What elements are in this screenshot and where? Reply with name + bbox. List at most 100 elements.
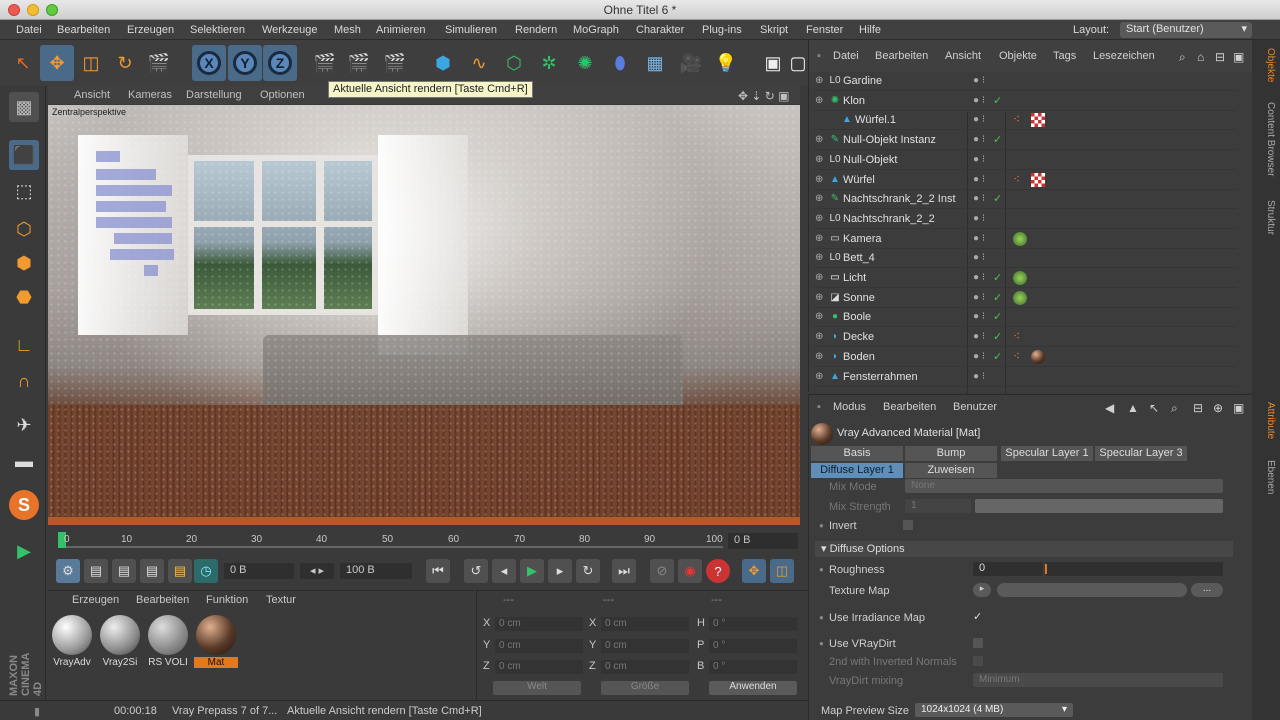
object-row[interactable]: ⊕ ▭ Licht ● ⁝ ✓ [813, 269, 1237, 288]
roughness-field[interactable]: 0 [973, 562, 1043, 576]
visibility-dots-icon[interactable]: ● ⁝ [973, 311, 985, 322]
om-menu-bearbeiten[interactable]: Bearbeiten [875, 50, 928, 62]
object-row[interactable]: ⊕ ◗ Boden ● ⁝ ✓ ⁖ [813, 348, 1237, 367]
nurbs-button[interactable]: ⬡ [497, 45, 531, 81]
axis-y-button[interactable]: Y [228, 45, 262, 81]
menu-selektieren[interactable]: Selektieren [190, 24, 245, 36]
om-menu-datei[interactable]: Datei [833, 50, 859, 62]
panel-icon[interactable]: ▣ [1233, 50, 1244, 64]
invert-checkbox[interactable] [903, 520, 913, 530]
polygons-mode-button[interactable]: ⬣ [9, 282, 39, 312]
enabled-check-icon[interactable]: ✓ [993, 310, 1002, 323]
menu-fenster[interactable]: Fenster [806, 24, 843, 36]
enabled-check-icon[interactable]: ✓ [993, 350, 1002, 363]
object-row[interactable]: ⊕ ▲ Würfel ● ⁝ ⁖ [813, 171, 1237, 190]
visibility-dots-icon[interactable]: ● ⁝ [973, 134, 985, 145]
render-tool-button[interactable]: 🎬 [142, 45, 176, 81]
visibility-dots-icon[interactable]: ● ⁝ [973, 371, 985, 382]
object-row[interactable]: ⊕ L0 Null-Objekt ● ⁝ [813, 151, 1237, 170]
workplane-button[interactable]: ▬ [9, 446, 39, 476]
om-menu-tags[interactable]: Tags [1053, 50, 1076, 62]
menu-hilfe[interactable]: Hilfe [859, 24, 881, 36]
side-tab-attribute[interactable]: Attribute [1256, 402, 1276, 439]
target-tag-icon[interactable] [1013, 271, 1027, 285]
render-settings-button[interactable]: 🎬 [378, 45, 412, 81]
am-menu-bearbeiten[interactable]: Bearbeiten [883, 401, 936, 413]
viewport-menu-kameras[interactable]: Kameras [128, 89, 172, 101]
object-row[interactable]: ▲ Würfel.1 ● ⁝ ⁖ [813, 111, 1237, 131]
material-swatch[interactable]: Vray2Si [98, 613, 142, 671]
tab-bump[interactable]: Bump [905, 446, 997, 461]
object-row[interactable]: ⊕ L0 Nachtschrank_2_2 ● ⁝ [813, 210, 1237, 229]
diffuse-options-section[interactable]: ▾ Diffuse Options [815, 541, 1233, 557]
field-button[interactable]: ⬮ [603, 45, 637, 81]
om-menu-lesezeichen[interactable]: Lesezeichen [1093, 50, 1155, 62]
material-swatch-selected[interactable]: Mat [194, 613, 238, 671]
next-key-button[interactable]: ↻ [576, 559, 600, 583]
layout-select[interactable]: Start (Benutzer) ▾ [1120, 22, 1252, 38]
floor-button[interactable]: ▦ [638, 45, 672, 81]
points-mode-button[interactable]: ⬡ [9, 214, 39, 244]
expand-toggle-icon[interactable]: ⊕ [815, 213, 823, 224]
visibility-dots-icon[interactable]: ● ⁝ [973, 213, 985, 224]
menu-bearbeiten[interactable]: Bearbeiten [57, 24, 110, 36]
material-menu-bearbeiten[interactable]: Bearbeiten [136, 594, 189, 606]
texture-map-more-button[interactable]: ... [1191, 583, 1223, 597]
menu-rendern[interactable]: Rendern [515, 24, 557, 36]
use-vraydirt-checkbox[interactable] [973, 638, 983, 648]
menu-plugins[interactable]: Plug-ins [702, 24, 742, 36]
lock-icon[interactable]: ⊟ [1215, 50, 1225, 64]
prev-frame-button[interactable]: ◂ [492, 559, 516, 583]
roughness-slider[interactable] [1045, 562, 1223, 576]
snap-button[interactable]: S [9, 490, 39, 520]
record-rot-button[interactable]: ▤ [140, 559, 164, 583]
menu-datei[interactable]: Datei [16, 24, 42, 36]
coord-pos-y-field[interactable]: 0 cm [495, 639, 583, 653]
enabled-check-icon[interactable]: ✓ [993, 94, 1002, 107]
tab-specular-layer-3[interactable]: Specular Layer 3 [1095, 446, 1187, 461]
menu-skript[interactable]: Skript [760, 24, 788, 36]
start-frame-field[interactable]: 0 B [224, 563, 294, 579]
om-menu-ansicht[interactable]: Ansicht [945, 50, 981, 62]
current-frame-field[interactable]: 0 B [728, 533, 798, 549]
phong-tag-icon[interactable]: ⁖ [1013, 330, 1027, 344]
record-pos-button[interactable]: ▤ [84, 559, 108, 583]
side-tab-struktur[interactable]: Struktur [1256, 200, 1276, 235]
back-arrow-icon[interactable]: ◀ [1105, 401, 1114, 415]
visibility-dots-icon[interactable]: ● ⁝ [973, 351, 985, 362]
up-arrow-icon[interactable]: ▲ [1127, 401, 1139, 415]
coord-rot-b-field[interactable]: 0 ° [709, 660, 797, 674]
object-row[interactable]: ⊕ ● Boole ● ⁝ ✓ [813, 308, 1237, 328]
menu-mograph[interactable]: MoGraph [573, 24, 619, 36]
coord-mode-select[interactable]: Welt [493, 681, 581, 695]
expand-toggle-icon[interactable]: ⊕ [815, 75, 823, 86]
expand-toggle-icon[interactable]: ⊕ [815, 292, 823, 303]
slider-handle[interactable] [1045, 564, 1047, 574]
play-button[interactable]: ▶ [520, 559, 544, 583]
keyframe-button[interactable]: ⚙ [56, 559, 80, 583]
coord-size-mode-select[interactable]: Größe [601, 681, 689, 695]
object-row[interactable]: ⊕ ✎ Null-Objekt Instanz ● ⁝ ✓ [813, 131, 1237, 151]
vraydirt-mixing-select[interactable]: Minimum [973, 673, 1223, 687]
coord-size-z-field[interactable]: 0 cm [601, 660, 689, 674]
expand-toggle-icon[interactable]: ⊕ [815, 134, 823, 145]
object-row[interactable]: ⊕ L0 Bett_4 ● ⁝ [813, 249, 1237, 269]
visibility-dots-icon[interactable]: ● ⁝ [973, 174, 985, 185]
visibility-dots-icon[interactable]: ● ⁝ [973, 75, 985, 86]
enabled-check-icon[interactable]: ✓ [993, 192, 1002, 205]
scale-tool-button[interactable]: ◫ [74, 45, 108, 81]
coord-size-y-field[interactable]: 0 cm [601, 639, 689, 653]
mix-mode-select[interactable]: None [905, 479, 1223, 493]
expand-toggle-icon[interactable]: ⊕ [815, 193, 823, 204]
python-button[interactable]: ▶ [9, 536, 39, 566]
viewport-menu-darstellung[interactable]: Darstellung [186, 89, 242, 101]
phong-tag-icon[interactable]: ⁖ [1013, 350, 1027, 364]
frame-stepper[interactable]: ◂ ▸ [300, 563, 334, 579]
side-tab-objekte[interactable]: Objekte [1256, 48, 1276, 82]
apply-button[interactable]: Anwenden [709, 681, 797, 695]
side-tab-content-browser[interactable]: Content Browser [1256, 102, 1276, 176]
cursor-icon[interactable]: ↖ [1149, 401, 1159, 415]
edges-mode-button[interactable]: ⬢ [9, 248, 39, 278]
search-icon[interactable]: ⌕ [1179, 50, 1186, 65]
tab-basis[interactable]: Basis [811, 446, 903, 461]
